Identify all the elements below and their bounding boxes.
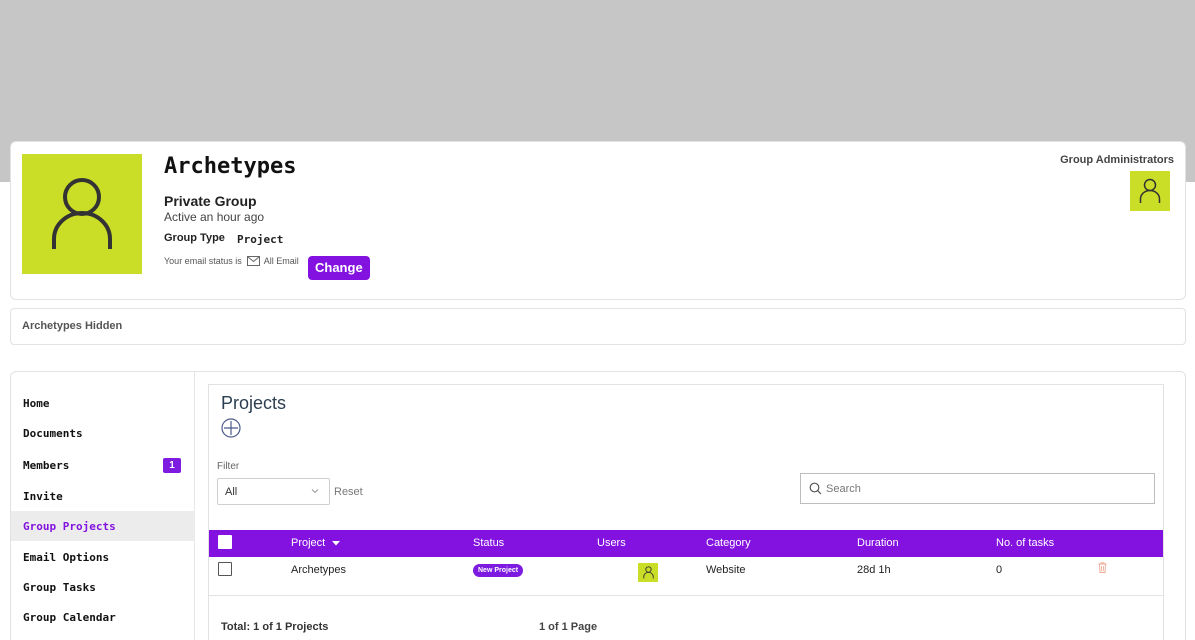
column-header-duration[interactable]: Duration xyxy=(857,537,899,549)
column-header-category[interactable]: Category xyxy=(706,537,751,549)
column-header-tasks[interactable]: No. of tasks xyxy=(996,537,1054,549)
nav-label: Group Calendar xyxy=(23,610,116,624)
email-status-value: All Email xyxy=(263,256,299,266)
search-box[interactable] xyxy=(800,473,1155,504)
nav-item-invite[interactable]: Invite xyxy=(11,481,195,511)
main-content: Home Documents Members 1 Invite Group Pr… xyxy=(10,371,1186,640)
project-category: Website xyxy=(706,564,746,576)
nav-label: Members xyxy=(23,458,70,472)
project-task-count: 0 xyxy=(996,564,1003,576)
status-badge: New Project xyxy=(473,564,524,577)
user-avatar[interactable] xyxy=(638,563,658,582)
trash-icon xyxy=(1098,562,1107,573)
nav-item-email-options[interactable]: Email Options xyxy=(11,542,195,572)
pagination-info: 1 of 1 Page xyxy=(539,621,598,633)
group-header: Archetypes Private Group Active an hour … xyxy=(10,141,1186,300)
project-name[interactable]: Archetypes xyxy=(291,564,346,576)
projects-total: Total: 1 of 1 Projects xyxy=(221,621,329,633)
nav-item-documents[interactable]: Documents xyxy=(11,418,195,448)
user-icon xyxy=(642,566,654,579)
nav-item-group-projects[interactable]: Group Projects xyxy=(11,511,195,541)
admin-avatar[interactable] xyxy=(1130,171,1170,211)
group-privacy: Private Group xyxy=(164,193,257,209)
change-email-button[interactable]: Change xyxy=(308,256,370,280)
nav-item-home[interactable]: Home xyxy=(11,388,195,418)
reset-filter-link[interactable]: Reset xyxy=(334,486,363,498)
group-title: Archetypes xyxy=(164,154,297,179)
row-checkbox[interactable] xyxy=(218,562,232,576)
column-header-status[interactable]: Status xyxy=(473,537,504,549)
filter-value: All xyxy=(225,485,238,498)
sort-desc-icon xyxy=(332,541,341,546)
nav-label: Home xyxy=(23,396,50,410)
nav-item-group-calendar[interactable]: Group Calendar xyxy=(11,602,195,632)
nav-label: Group Tasks xyxy=(23,580,96,594)
group-admins-label: Group Administrators xyxy=(1060,154,1174,166)
table-row[interactable]: Archetypes New Project Website 28d 1h 0 xyxy=(209,557,1163,596)
group-type-label: Group Type xyxy=(164,232,225,244)
nav-item-members[interactable]: Members 1 xyxy=(11,450,195,480)
chevron-down-icon xyxy=(311,489,319,494)
projects-panel: Projects Filter All Reset Projec xyxy=(208,384,1164,640)
email-status: Your email status is All Email xyxy=(164,256,299,266)
projects-title: Projects xyxy=(221,393,287,413)
column-header-users[interactable]: Users xyxy=(597,537,626,549)
nav-item-group-tasks[interactable]: Group Tasks xyxy=(11,572,195,602)
select-all-checkbox[interactable] xyxy=(218,535,232,549)
group-avatar[interactable] xyxy=(22,154,142,274)
envelope-icon xyxy=(246,256,260,266)
column-header-project[interactable]: Project xyxy=(291,537,341,549)
members-count-badge: 1 xyxy=(163,458,181,473)
project-duration: 28d 1h xyxy=(857,564,891,576)
search-input[interactable] xyxy=(826,482,1146,495)
group-type-value: Project xyxy=(237,233,284,246)
projects-table-header: Project Status Users Category Duration N… xyxy=(209,530,1163,557)
filter-label: Filter xyxy=(217,461,240,472)
nav-label: Invite xyxy=(23,489,63,503)
user-icon xyxy=(52,178,112,249)
group-status-notice: Archetypes Hidden xyxy=(10,308,1186,345)
search-icon xyxy=(809,482,822,495)
group-nav: Home Documents Members 1 Invite Group Pr… xyxy=(11,372,195,640)
nav-label: Documents xyxy=(23,426,83,440)
plus-circle-icon xyxy=(221,418,241,438)
email-status-prefix: Your email status is xyxy=(164,256,242,266)
nav-label: Email Options xyxy=(23,550,110,564)
nav-label: Group Projects xyxy=(23,519,116,533)
add-project-button[interactable] xyxy=(221,418,241,438)
group-activity: Active an hour ago xyxy=(164,210,265,224)
delete-project-button[interactable] xyxy=(1098,562,1107,576)
column-label: Project xyxy=(291,537,326,549)
filter-select[interactable]: All xyxy=(217,478,330,505)
user-icon xyxy=(1139,178,1161,203)
notice-text: Archetypes Hidden xyxy=(22,320,123,332)
